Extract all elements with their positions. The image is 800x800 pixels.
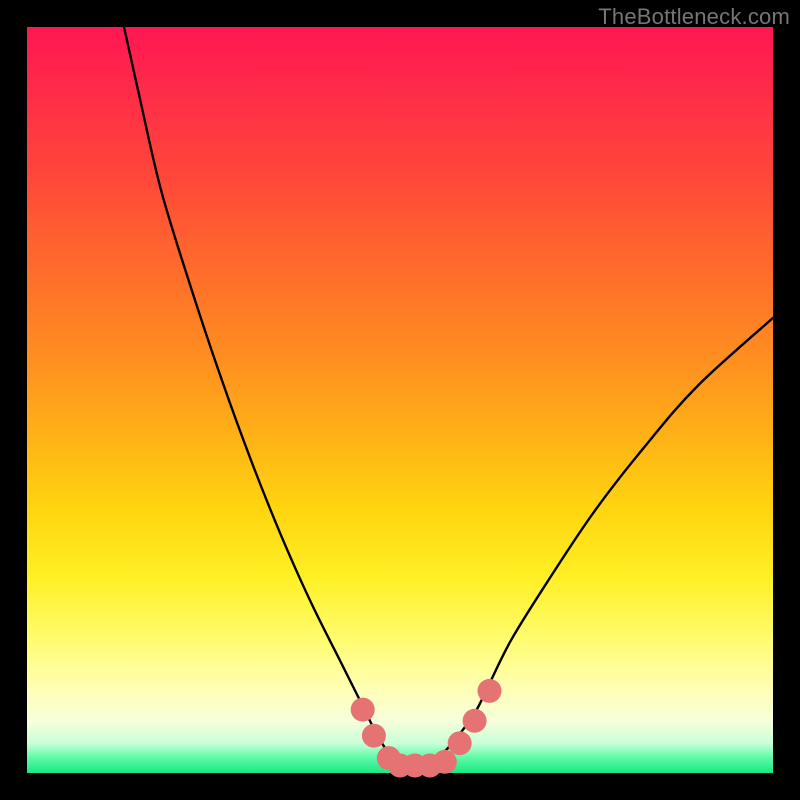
- highlight-dot: [351, 698, 375, 722]
- bottleneck-curve-path: [124, 27, 773, 766]
- highlight-dots-group: [351, 679, 502, 778]
- highlight-dot: [463, 709, 487, 733]
- curve-svg: [27, 27, 773, 773]
- highlight-dot: [362, 724, 386, 748]
- highlight-dot: [433, 750, 457, 774]
- gradient-plot-area: [27, 27, 773, 773]
- watermark-text: TheBottleneck.com: [598, 4, 790, 30]
- highlight-dot: [448, 731, 472, 755]
- highlight-dot: [478, 679, 502, 703]
- outer-frame: TheBottleneck.com: [0, 0, 800, 800]
